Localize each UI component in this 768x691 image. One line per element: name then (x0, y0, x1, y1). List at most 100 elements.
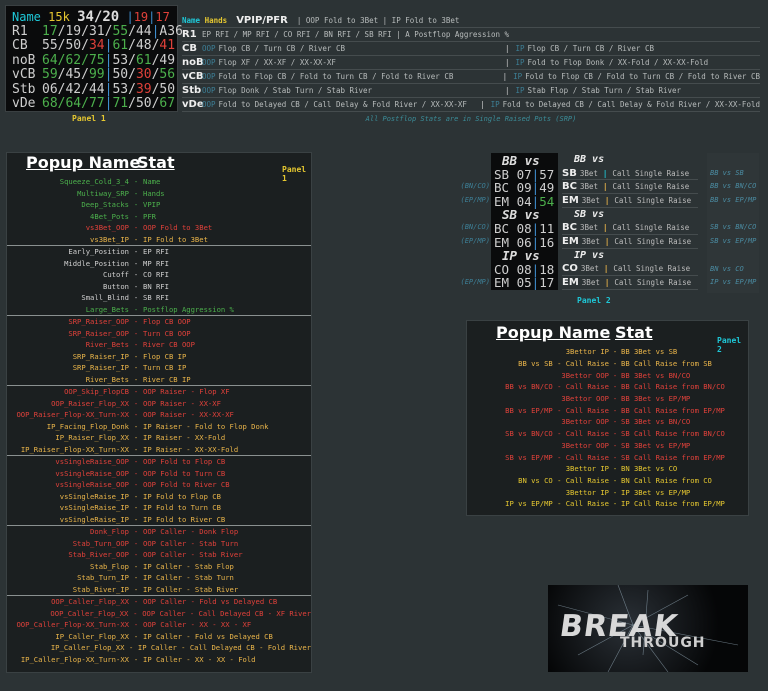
popup-name: Multiway_SRP (77, 188, 129, 198)
dash: - (133, 608, 138, 618)
stat-title: Stat (615, 323, 653, 342)
stat-name: SB 3Bet vs BN/CO (621, 417, 691, 427)
legend-r1: R1 EP RFI / MP RFI / CO RFI / BN RFI / SB… (182, 28, 760, 42)
dash: - (133, 363, 139, 373)
hud-stat-row: Stb 06/42/44|53/39/50 (12, 81, 175, 98)
legend-row: CO 3Bet | Call Single Raise (562, 263, 698, 277)
popup-name: Button (103, 281, 129, 291)
row-label: vCB (182, 71, 204, 82)
stat-name: PFR (143, 211, 156, 221)
popup-name: IP_Caller_Flop-XX_Turn-XX (20, 654, 129, 664)
popup-name: River_Bets (85, 340, 129, 350)
popup-name: vsSingleRaise_OOP (55, 468, 129, 478)
position: BC (562, 222, 577, 234)
stat-name: SB Call Raise from BN/CO (621, 429, 725, 439)
popup-row: SRP_Raiser_OOP - Flop CB OOP (7, 316, 311, 328)
popup-name: IP_Facing_Flop_Donk (46, 421, 129, 431)
popup-row: 3Bettor OOP - SB 3Bet vs EP/MP (467, 440, 749, 452)
stat-name: Hands (143, 188, 165, 198)
row-label: CB (12, 38, 28, 53)
dash: - (133, 514, 139, 524)
hud-stat-row: vDe 68/64/77|71/50/67 (12, 96, 175, 112)
stat-value: 06 (42, 81, 58, 97)
stat-value: 53 (112, 81, 129, 97)
popup-name: Large_Bets (85, 304, 129, 314)
dash: - (612, 429, 618, 439)
popup-row: Squeeze_Cold_3_4- Name (7, 176, 311, 188)
oop-stats: OOP Fold to Flop CB / Fold to Turn CB / F… (202, 72, 497, 81)
dash: - (133, 398, 139, 408)
popup-row: vsSingleRaise_IP - IP Fold to Turn CB (7, 502, 311, 514)
divider: | (602, 168, 608, 178)
stat-value: 99 (88, 67, 105, 82)
3bet-label: 3Bet (579, 223, 599, 233)
legend-row: EM 3Bet | Call Single Raise (562, 235, 698, 249)
popup-row: River_Bets - River CB OOP (7, 339, 311, 351)
popup-name: Stab_River_IP (72, 584, 129, 594)
oop-text: Fold to Flop CB / Fold to Turn CB / Fold… (218, 72, 454, 81)
dash: - (133, 317, 139, 327)
row-label: R1 (182, 29, 197, 40)
hud-panel-1: Name 15k 34/20 |19|17 R1 17/19/31/55/44|A… (5, 5, 183, 112)
popup-name: vsSingleRaise_IP (59, 514, 129, 524)
popup-row: BB vs BN/CO - Call Raise - BB Call Raise f… (467, 381, 749, 393)
dash: - (129, 643, 134, 653)
popup-row: OOP_Skip_FlopCB - OOP Raiser - Flop XF (7, 386, 311, 398)
popup-name: OOP_Caller_Flop_XX (50, 608, 129, 618)
divider: | (505, 58, 510, 67)
stat-value: 59 (42, 67, 58, 82)
stat-name: IP Caller - Call Delayed CB - Fold River (137, 643, 311, 653)
popup-name: Stab_Flop (90, 561, 129, 571)
legend-vpip: VPIP/PFR (236, 15, 288, 26)
call-label: Call Single Raise (612, 168, 690, 178)
popup-row: IP vs EP/MP - Call Raise - IP Call Raise f… (467, 498, 749, 510)
dash: - (133, 304, 139, 314)
stat-name: Postflop Aggression % (143, 304, 234, 314)
oop-stats: OOP Flop CB / Turn CB / River CB (202, 44, 499, 53)
3bet-label: 3Bet (581, 236, 600, 246)
stat-name: OOP Fold to River CB (143, 480, 230, 490)
divider: | (505, 86, 510, 95)
popup-row: Early_Position - EP RFI (7, 246, 311, 258)
dash: - (133, 293, 139, 303)
dash: - (612, 499, 618, 509)
position-range: (EP/MP) (460, 196, 490, 205)
dash: - (133, 374, 139, 384)
popup-name: SB vs EP/MP - Call Raise (505, 452, 609, 462)
dash: - (612, 370, 618, 380)
row-label: noB (12, 52, 36, 68)
dash: - (133, 410, 139, 420)
stat-name: IP Call Raise from EP/MP (621, 499, 725, 509)
popup-row: SRP_Raiser_IP - Turn CB IP (7, 362, 311, 374)
stat-value: 42 (65, 81, 82, 97)
stat-name: OOP Raiser - XX-XF (143, 398, 221, 408)
popup-row: vsSingleRaise_IP - IP Fold to River CB (7, 514, 311, 526)
stat-name: SB 3Bet vs EP/MP (621, 440, 691, 450)
stat-value: / (128, 96, 136, 111)
stat-value: 75 (88, 52, 105, 68)
popup-name: OOP_Skip_FlopCB (64, 387, 129, 397)
stat-name: IP Caller - XX - XX - Fold (143, 654, 256, 664)
divider: | (603, 223, 608, 233)
dash: - (133, 631, 139, 641)
position-range: (BN/CO) (460, 182, 490, 191)
dash: - (612, 405, 618, 415)
stat-value: / (81, 67, 89, 82)
popup-group: Early_Position - EP RFI Middle_Position - MP … (7, 246, 311, 316)
stat-name: BN Call Raise from CO (621, 475, 712, 485)
dash: - (612, 359, 618, 369)
popup-row: IP_Caller_Flop_XX - IP Caller - Fold vs De… (7, 631, 311, 643)
popup-name: IP_Caller_Flop_XX (55, 631, 129, 641)
popup-row: OOP_Caller_Flop_XX - OOP Caller - Fold vs … (7, 596, 311, 608)
dash: - (133, 177, 139, 187)
hud-row: BC 09|49 (494, 181, 555, 195)
position: EM (494, 275, 510, 291)
stat-name: Turn CB OOP (143, 328, 191, 338)
stat-value: / (128, 38, 136, 53)
stat-name: OOP Caller - Stab River (143, 550, 243, 560)
stat-name: CO RFI (143, 270, 169, 280)
popup-name: Stab_Turn_IP (77, 573, 129, 583)
popup-name: 3Bettor OOP (561, 417, 609, 427)
popup-name: 4Bet_Pots (90, 211, 129, 221)
